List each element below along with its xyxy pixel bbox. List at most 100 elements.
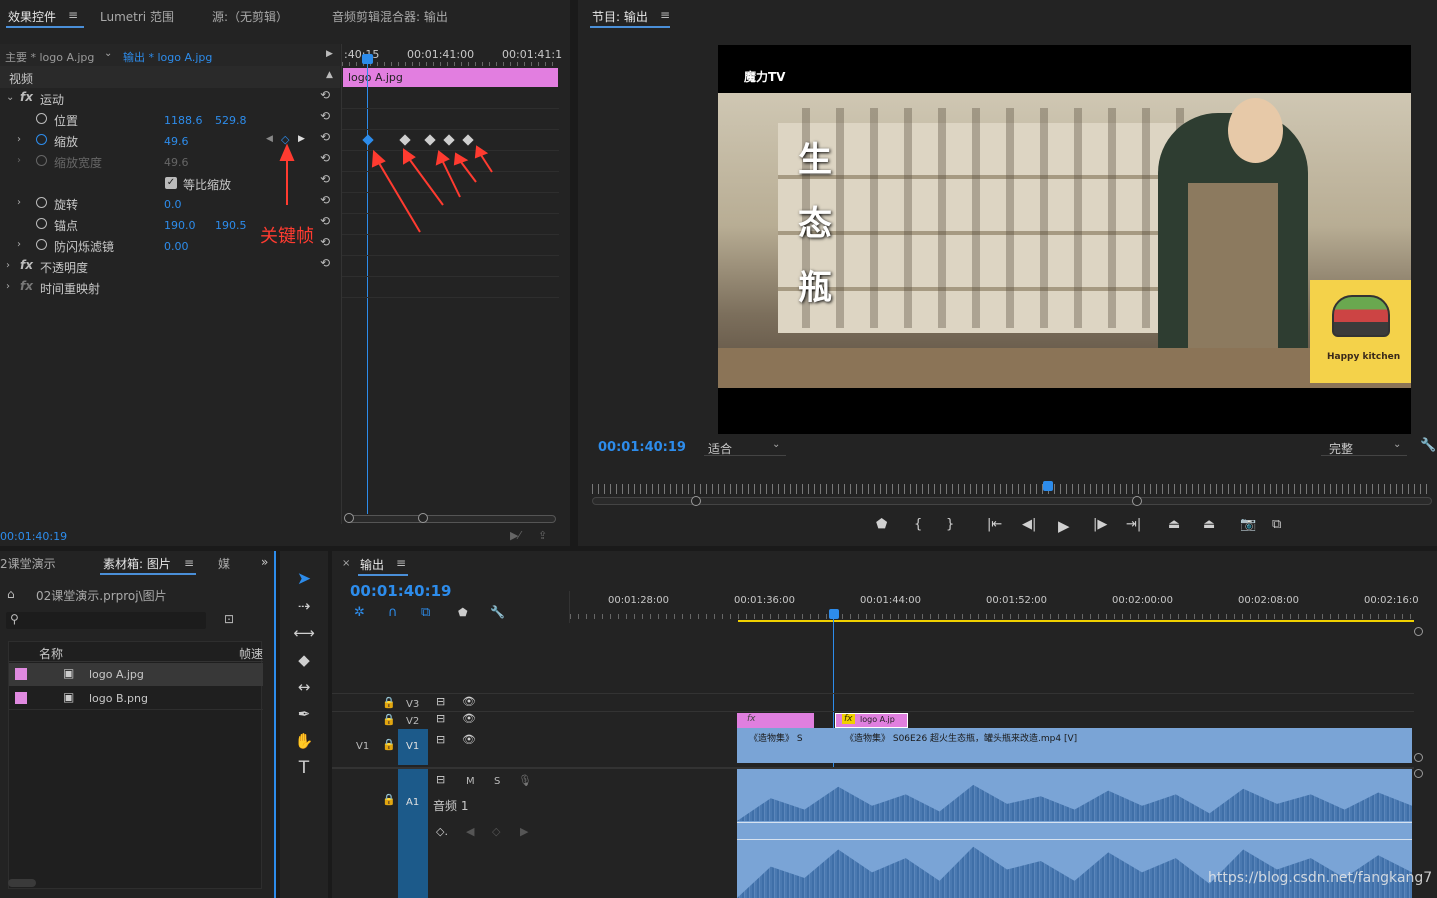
reset-icon[interactable]: ⟲ [320,256,330,270]
timeline-timecode[interactable]: 00:01:40:19 [350,582,452,600]
zoom-handle-left[interactable] [344,513,354,523]
column-name[interactable]: 名称 [39,645,63,662]
lock-icon[interactable]: 🔒 [382,713,396,726]
type-tool-icon[interactable]: T [292,757,316,779]
label-color-swatch[interactable] [15,668,27,680]
next-keyframe-icon[interactable]: ▶ [520,825,528,838]
add-marker-icon[interactable]: ⬟ [876,517,887,532]
mark-out-icon[interactable]: } [946,517,954,532]
program-timecode[interactable]: 00:01:40:19 [598,440,686,455]
timeline-playhead-marker[interactable] [829,609,839,619]
lock-icon[interactable]: 🔒 [382,793,396,806]
microphone-icon[interactable]: 🎙 [518,774,532,787]
track-select-tool-icon[interactable]: ⇢ [292,595,316,617]
track-v1-source[interactable]: V1 [356,741,369,752]
horizontal-scrollbar[interactable] [8,879,36,887]
tab-underline [358,574,408,576]
search-input[interactable]: ⚲ [6,612,206,629]
vertical-scroll-handle[interactable] [1414,769,1423,778]
comparison-view-icon[interactable]: ⧉ [1272,517,1281,532]
play-icon[interactable]: ▶ [1058,517,1070,535]
sync-lock-icon[interactable]: ⊟ [436,773,445,786]
export-frame-icon[interactable]: 📷 [1240,517,1256,532]
hamburger-icon[interactable]: ≡ [660,8,670,22]
clip-v2-fx[interactable]: fx [737,713,814,728]
add-marker-icon[interactable]: ⬟ [458,606,468,619]
snap-icon[interactable]: ∩ [388,605,398,620]
lock-icon[interactable]: 🔒 [382,738,396,751]
list-item[interactable]: ▣ logo B.png [9,687,263,710]
monitor-ruler[interactable] [592,484,1432,494]
sync-lock-icon[interactable]: ⊟ [436,733,445,746]
monitor-playhead[interactable] [1043,481,1053,491]
tab-bin-images[interactable]: 素材箱: 图片 [103,555,171,572]
clip-v2-logo[interactable]: fx logo A.jp [835,713,908,728]
step-forward-icon[interactable]: |▶ [1093,517,1107,532]
pen-tool-icon[interactable]: ✒ [292,703,316,725]
clip-v1-video[interactable]: 《造物集》 S 《造物集》 S06E26 超火生态瓶，罐头瓶来改造.mp4 [V… [737,728,1412,763]
scroll-handle-left[interactable] [691,496,701,506]
label-color-swatch[interactable] [15,692,27,704]
new-bin-icon[interactable]: ⊡ [224,612,234,626]
solo-button[interactable]: S [494,776,500,787]
track-v2-label[interactable]: V2 [406,716,419,727]
share-icon[interactable]: ⇪ [538,529,547,542]
column-framerate[interactable]: 帧速 [239,645,263,662]
export-icon[interactable]: ▶⁄ [510,529,520,542]
hamburger-icon[interactable]: ≡ [184,556,194,570]
zoom-handle-right[interactable] [418,513,428,523]
eye-icon[interactable]: 👁 [462,712,476,725]
lift-icon[interactable]: ⏏ [1168,517,1180,532]
hamburger-icon[interactable]: ≡ [396,556,406,570]
timeline-title[interactable]: 输出 [360,556,384,573]
sync-lock-icon[interactable]: ⊟ [436,712,445,725]
current-time[interactable]: 00:01:40:19 [0,530,67,543]
more-tabs-icon[interactable]: » [261,555,268,569]
track-a1-target[interactable]: A1 [398,769,428,898]
monitor-scrollbar[interactable] [592,497,1432,505]
quality-dropdown[interactable]: 完整 ⌄ [1321,438,1407,456]
ruler-label: 00:02:16:0 [1364,595,1419,606]
folder-up-icon[interactable]: ⌂ [7,587,15,601]
razor-tool-icon[interactable]: ◆ [292,649,316,671]
linked-selection-icon[interactable]: ⧉ [421,605,430,620]
sync-lock-icon[interactable]: ⊟ [436,695,445,708]
hand-tool-icon[interactable]: ✋ [292,730,316,752]
mark-in-icon[interactable]: { [914,517,922,532]
expand-chevron-icon[interactable]: › [6,281,10,292]
wrench-icon[interactable]: 🔧 [1420,438,1436,453]
close-icon[interactable]: × [342,558,350,569]
vertical-scroll-handle[interactable] [1414,753,1423,762]
eye-icon[interactable]: 👁 [462,695,476,708]
track-v3-label[interactable]: V3 [406,699,419,710]
eye-icon[interactable]: 👁 [462,733,476,746]
mute-button[interactable]: M [466,776,475,787]
slip-tool-icon[interactable]: ↔ [292,676,316,698]
tab-media[interactable]: 媒 [218,555,230,572]
add-keyframe-icon[interactable]: ◇ [492,825,500,838]
extract-icon[interactable]: ⏏ [1203,517,1215,532]
expand-chevron-icon[interactable]: › [6,260,10,271]
lock-icon[interactable]: 🔒 [382,696,396,709]
nest-icon[interactable]: ✲ [354,605,365,620]
clip-label: 《造物集》 S06E26 超火生态瓶，罐头瓶来改造.mp4 [V] [845,734,1078,744]
prev-keyframe-icon[interactable]: ◀ [466,825,474,838]
work-area-bar[interactable] [738,620,1414,622]
list-item[interactable]: ▣ logo A.jpg [9,663,263,686]
wrench-icon[interactable]: 🔧 [490,605,505,619]
timeline-ruler[interactable]: 00:01:28:00 00:01:36:00 00:01:44:00 00:0… [569,591,1419,623]
selection-tool-icon[interactable]: ➤ [292,568,316,590]
clip-label: fx [747,714,756,724]
keyframe-toggle-icon[interactable]: ◇. [436,825,448,838]
go-to-out-icon[interactable]: ⇥| [1126,517,1141,532]
scroll-handle-right[interactable] [1132,496,1142,506]
zoom-scrollbar[interactable] [346,515,556,523]
track-v1-target[interactable]: V1 [398,729,428,765]
fit-dropdown[interactable]: 适合 ⌄ [704,438,786,456]
tab-project[interactable]: 2课堂演示 [0,555,56,572]
step-back-icon[interactable]: ◀| [1022,517,1036,532]
program-monitor-title[interactable]: 节目: 输出 [592,8,648,25]
ripple-edit-tool-icon[interactable]: ⟷ [292,622,316,644]
go-to-in-icon[interactable]: |⇤ [987,517,1002,532]
vertical-scroll-handle[interactable] [1414,627,1423,636]
